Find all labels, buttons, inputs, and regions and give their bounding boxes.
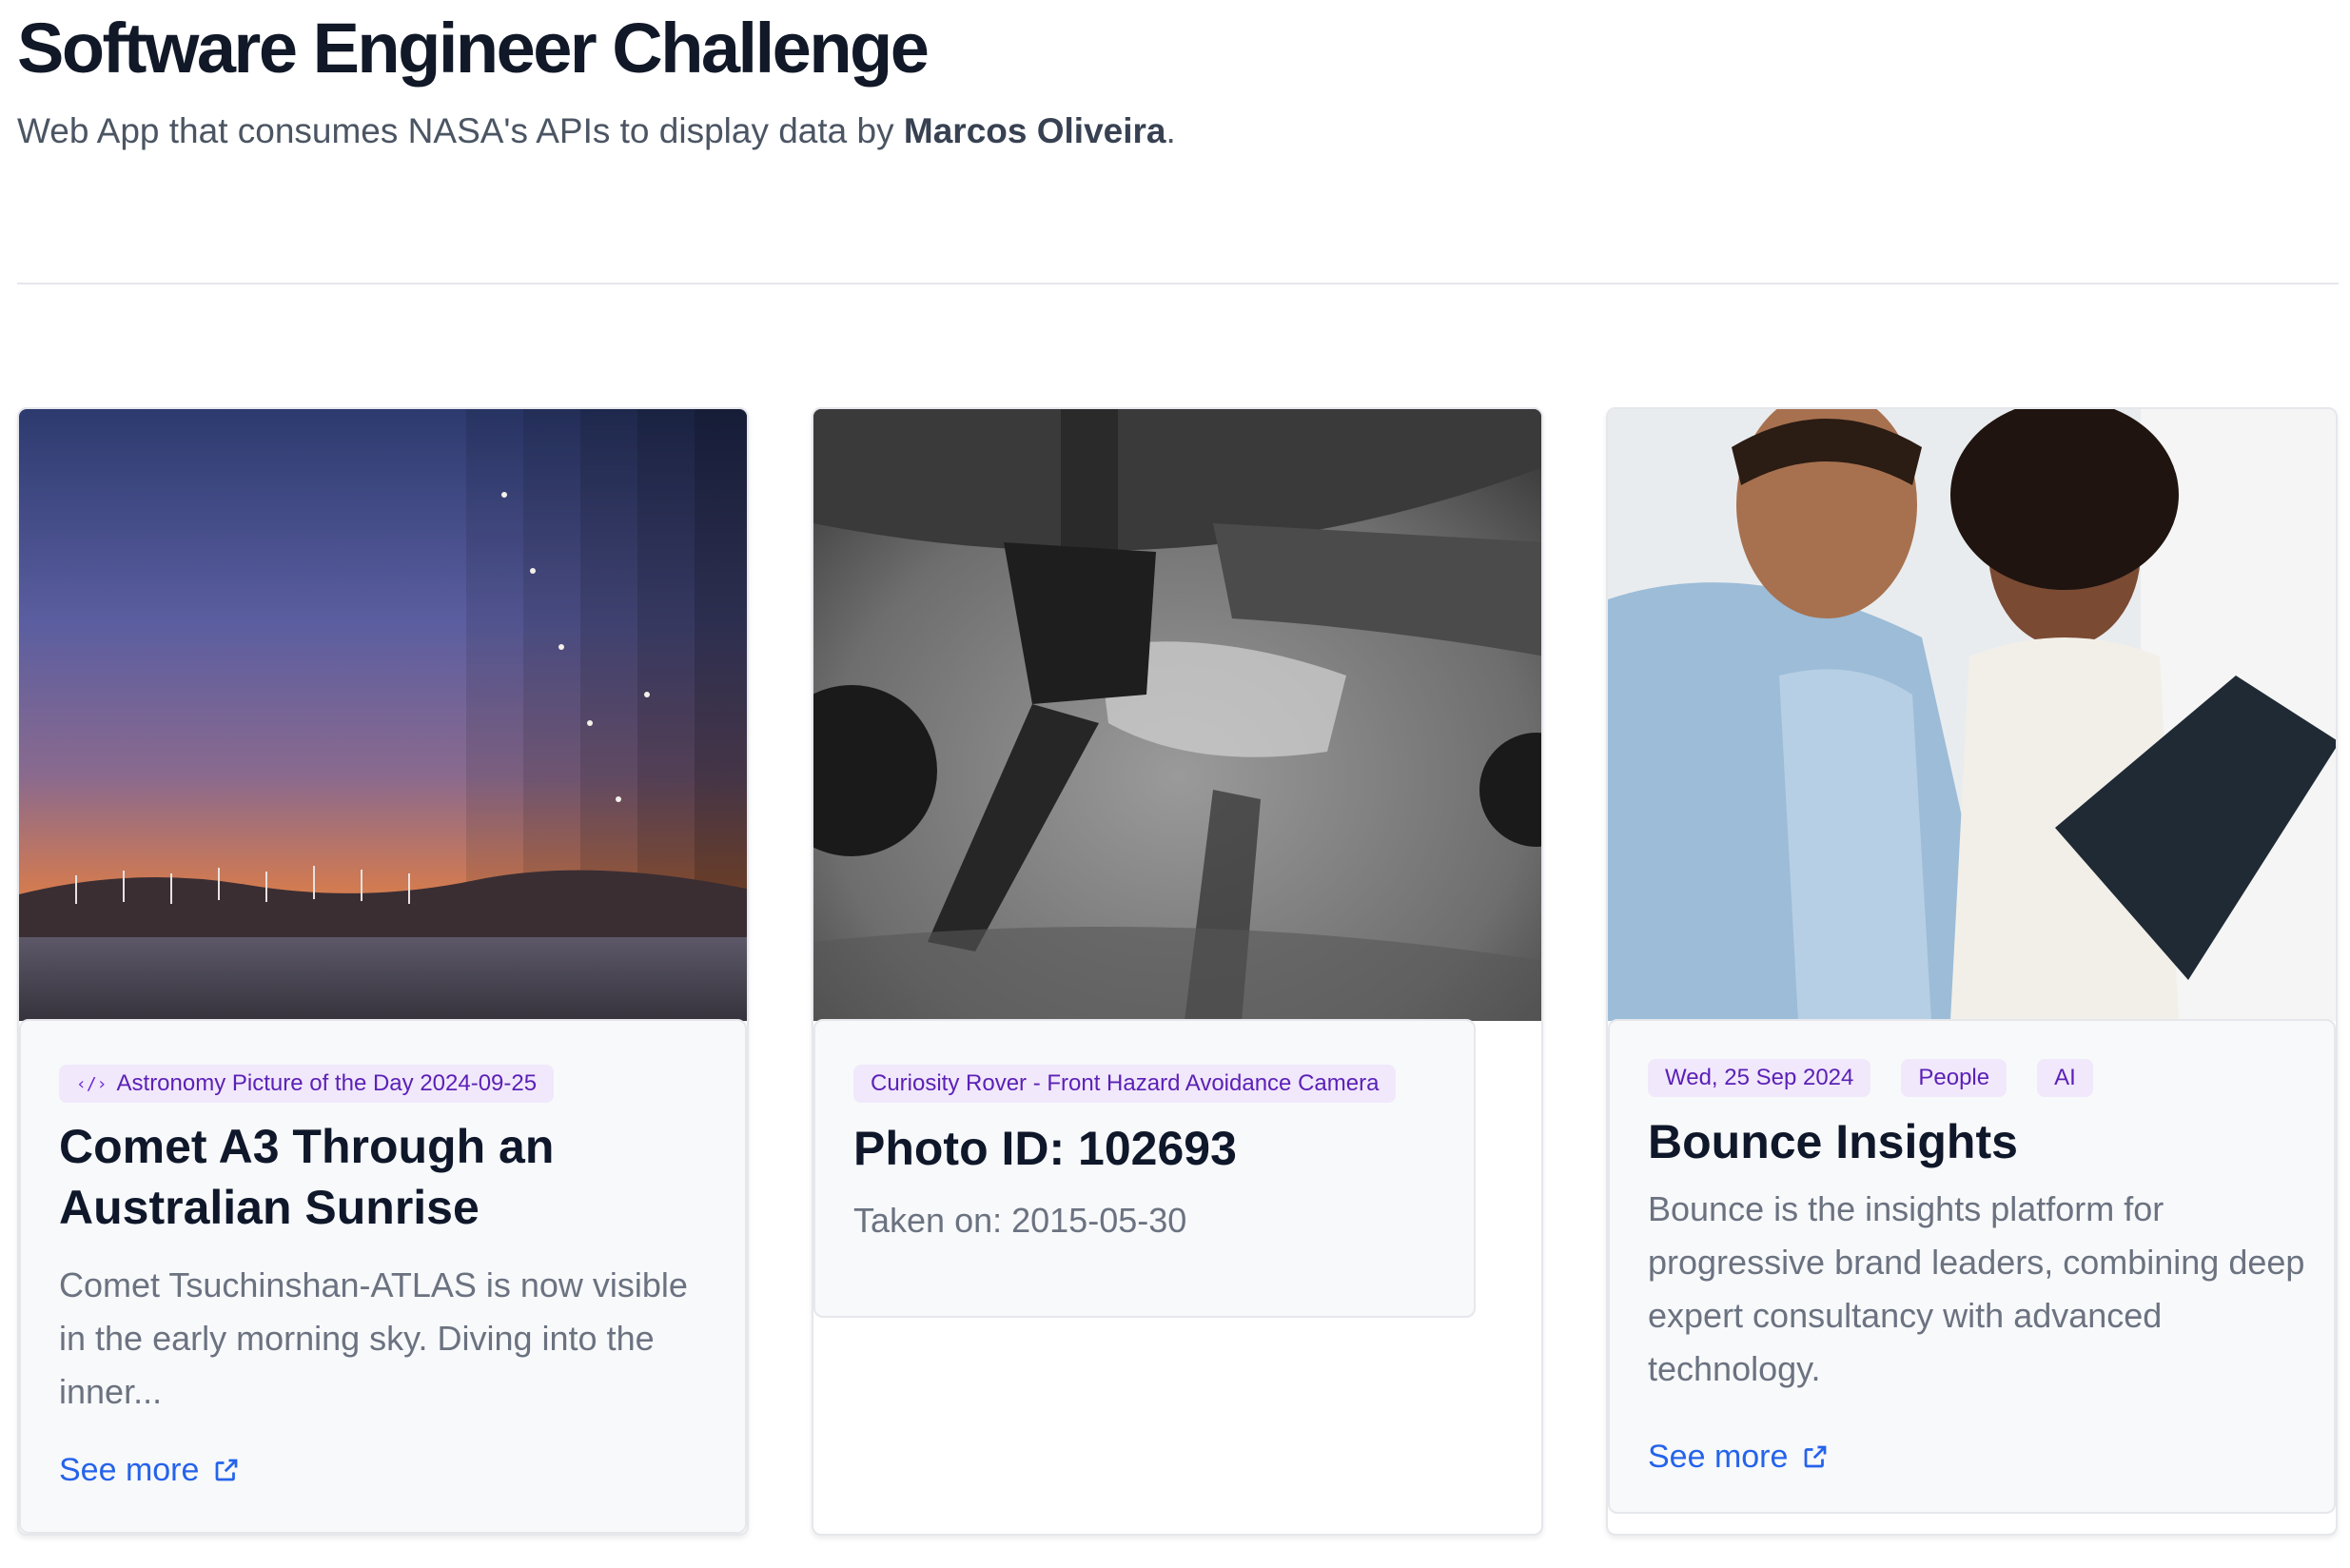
author-name: Marcos Oliveira [903, 111, 1166, 150]
news-image-graphic [1608, 409, 2336, 1021]
subtitle-text: Web App that consumes NASA's APIs to dis… [17, 111, 904, 150]
date-badge: Wed, 25 Sep 2024 [1648, 1059, 1871, 1097]
apod-card-body: ‹/› Astronomy Picture of the Day 2024-09-… [19, 1019, 747, 1534]
news-image [1608, 409, 2336, 1021]
apod-image [19, 409, 747, 1021]
news-card-body: Wed, 25 Sep 2024 People AI Bounce Insigh… [1608, 1019, 2336, 1514]
external-link-icon [216, 1459, 238, 1481]
rover-photo-card: Curiosity Rover - Front Hazard Avoidance… [812, 407, 1543, 1536]
category-badge-ai: AI [2037, 1059, 2093, 1097]
camera-badge: Curiosity Rover - Front Hazard Avoidance… [853, 1065, 1397, 1103]
news-badges: Wed, 25 Sep 2024 People AI [1648, 1059, 2093, 1097]
apod-title: Comet A3 Through an Australian Sunrise [59, 1120, 555, 1234]
page-subtitle: Web App that consumes NASA's APIs to dis… [17, 108, 2339, 154]
news-card: Wed, 25 Sep 2024 People AI Bounce Insigh… [1606, 407, 2338, 1536]
apod-description: Comet Tsuchinshan-ATLAS is now visible i… [59, 1265, 688, 1411]
external-link-icon [1805, 1445, 1827, 1468]
rover-image [813, 409, 1541, 1021]
photo-taken-date: Taken on: 2015-05-30 [853, 1201, 1187, 1240]
see-more-label: See more [1648, 1439, 1789, 1475]
news-see-more-link[interactable]: See more [1648, 1438, 1830, 1476]
news-description: Bounce is the insights platform for prog… [1648, 1189, 2305, 1388]
apod-badge-label: Astronomy Picture of the Day 2024-09-25 [116, 1070, 538, 1096]
rover-badges: Curiosity Rover - Front Hazard Avoidance… [853, 1065, 1397, 1103]
apod-badges: ‹/› Astronomy Picture of the Day 2024-09-… [59, 1065, 555, 1103]
page-header: Software Engineer Challenge Web App that… [17, 6, 2339, 154]
apod-see-more-link[interactable]: See more [59, 1451, 241, 1489]
apod-badge: ‹/› Astronomy Picture of the Day 2024-09-… [59, 1065, 555, 1103]
rover-card-body: Curiosity Rover - Front Hazard Avoidance… [813, 1019, 1476, 1318]
apod-image-graphic [19, 409, 747, 1021]
category-badge-people: People [1901, 1059, 2007, 1097]
code-icon: ‹/› [76, 1073, 108, 1094]
subtitle-end: . [1165, 111, 1176, 150]
header-divider [17, 283, 2339, 284]
apod-card: ‹/› Astronomy Picture of the Day 2024-09-… [17, 407, 749, 1536]
photo-id-title: Photo ID: 102693 [853, 1122, 1237, 1175]
news-title: Bounce Insights [1648, 1115, 2018, 1168]
page-title: Software Engineer Challenge [17, 9, 930, 88]
see-more-label: See more [59, 1452, 200, 1488]
rover-image-graphic [813, 409, 1541, 1021]
